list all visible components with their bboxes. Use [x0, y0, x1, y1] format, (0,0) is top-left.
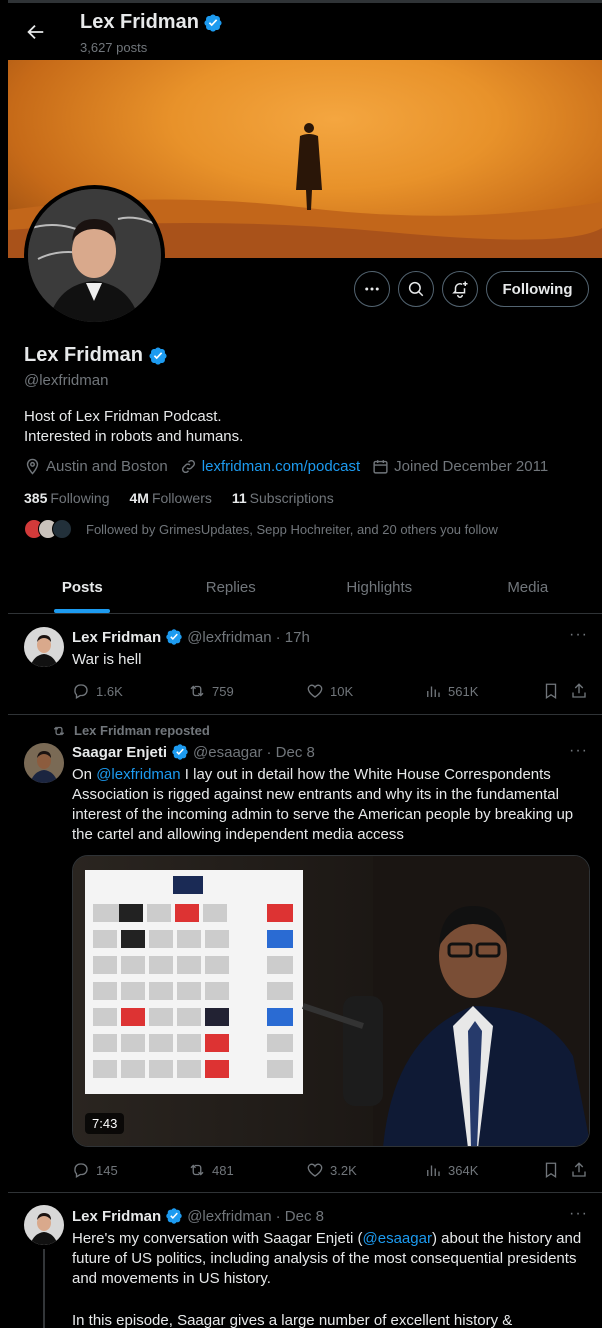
join-date: Joined December 2011: [372, 458, 548, 475]
mention-link[interactable]: @esaagar: [363, 1230, 432, 1247]
verified-badge-icon: [166, 1208, 182, 1224]
search-icon: [408, 281, 424, 297]
post-text: War is hell: [72, 651, 142, 668]
following-button[interactable]: Following: [486, 271, 589, 307]
repost-label: Lex Fridman reposted: [52, 723, 210, 738]
follower-avatars: [24, 519, 72, 539]
profile-meta: Austin and Boston lexfridman.com/podcast…: [24, 458, 560, 475]
share-icon: [572, 683, 586, 698]
repost-icon: [53, 726, 65, 735]
location-pin-icon: [26, 458, 39, 475]
website: lexfridman.com/podcast: [180, 458, 360, 475]
location: Austin and Boston: [24, 458, 168, 475]
bookmark-button[interactable]: [542, 1161, 560, 1179]
tab-highlights[interactable]: Highlights: [305, 561, 454, 613]
heart-icon: [307, 1163, 323, 1177]
reply-button[interactable]: 1.6K: [72, 682, 123, 700]
calendar-icon: [373, 460, 388, 474]
follower-avatar: [52, 519, 72, 539]
tab-replies[interactable]: Replies: [157, 561, 306, 613]
post-text: On @lexfridman I lay out in detail how t…: [72, 766, 574, 843]
post-more-button[interactable]: ···: [569, 626, 588, 644]
following-stat[interactable]: 385 Following: [24, 490, 110, 506]
heart-icon: [307, 684, 323, 698]
profile-name: Lex Fridman: [24, 344, 168, 367]
profile-handle: @lexfridman: [24, 372, 109, 389]
back-arrow-icon[interactable]: [24, 21, 46, 43]
post-more-button[interactable]: ···: [569, 742, 588, 760]
reply-icon: [74, 684, 88, 699]
video-duration: 7:43: [85, 1113, 125, 1134]
header-post-count: 3,627 posts: [80, 40, 148, 55]
post-avatar[interactable]: [24, 743, 64, 783]
reply-button[interactable]: 145: [72, 1161, 118, 1179]
bookmark-button[interactable]: [542, 682, 560, 700]
followed-by[interactable]: Followed by GrimesUpdates, Sepp Hochreit…: [24, 519, 498, 539]
post-text: Here's my conversation with Saagar Enjet…: [72, 1230, 582, 1287]
more-options-button[interactable]: [354, 271, 390, 307]
profile-stats: 385 Following 4M Followers 11 Subscriptions: [24, 490, 334, 506]
post-actions: 145 481 3.2K 364K: [72, 1161, 592, 1181]
share-button[interactable]: [570, 682, 588, 700]
post-avatar[interactable]: [24, 1205, 64, 1245]
views-button[interactable]: 364K: [424, 1161, 478, 1179]
bookmark-icon: [545, 683, 557, 700]
post-header: Lex Fridman @lexfridman · 17h: [72, 628, 310, 646]
profile-header: Lex Fridman 3,627 posts: [8, 3, 602, 60]
subscriptions-stat[interactable]: 11 Subscriptions: [232, 490, 334, 506]
post-header: Saagar Enjeti @esaagar · Dec 8: [72, 743, 315, 761]
post-actions: 1.6K 759 10K 561K: [72, 682, 592, 702]
tab-media[interactable]: Media: [454, 561, 602, 613]
share-button[interactable]: [570, 1161, 588, 1179]
verified-badge-icon: [149, 346, 167, 365]
more-icon: [365, 287, 379, 291]
bell-plus-icon: [452, 281, 468, 298]
banner-figure-image: [296, 123, 322, 210]
thread-connector-line: [43, 1249, 45, 1328]
video-player[interactable]: 7:43: [72, 855, 590, 1147]
bookmark-icon: [545, 1162, 557, 1179]
verified-badge-icon: [172, 744, 188, 760]
tab-posts[interactable]: Posts: [8, 561, 157, 613]
reply-icon: [74, 1163, 88, 1178]
link-icon: [181, 459, 195, 474]
share-icon: [572, 1162, 586, 1177]
post[interactable]: Lex Fridman @lexfridman · Dec 8 ··· Here…: [8, 1193, 602, 1328]
like-button[interactable]: 3.2K: [306, 1161, 357, 1179]
repost-icon: [190, 1164, 204, 1176]
profile-bio: Host of Lex Fridman Podcast. Interested …: [24, 408, 244, 445]
like-button[interactable]: 10K: [306, 682, 353, 700]
post-text-continued: In this episode, Saagar gives a large nu…: [72, 1312, 513, 1328]
post-more-button[interactable]: ···: [569, 1205, 588, 1223]
profile-tabs: Posts Replies Highlights Media: [8, 561, 602, 614]
search-profile-button[interactable]: [398, 271, 434, 307]
post-avatar[interactable]: [24, 627, 64, 667]
repost-button[interactable]: 759: [188, 682, 234, 700]
mention-link[interactable]: @lexfridman: [96, 766, 180, 783]
views-chart-icon: [427, 686, 440, 697]
avatar-image: [28, 189, 161, 322]
post-header: Lex Fridman @lexfridman · Dec 8: [72, 1207, 324, 1225]
post[interactable]: Lex Fridman @lexfridman · 17h ··· War is…: [8, 614, 602, 715]
website-link[interactable]: lexfridman.com/podcast: [202, 458, 360, 475]
profile-avatar[interactable]: [24, 185, 165, 326]
verified-badge-icon: [204, 13, 222, 32]
followers-stat[interactable]: 4M Followers: [130, 490, 212, 506]
views-button[interactable]: 561K: [424, 682, 478, 700]
verified-badge-icon: [166, 629, 182, 645]
notifications-button[interactable]: [442, 271, 478, 307]
repost-icon: [190, 685, 204, 697]
profile-page: Lex Fridman 3,627 posts Following Lex Fr…: [8, 0, 602, 1328]
repost-button[interactable]: 481: [188, 1161, 234, 1179]
video-thumbnail-image: [73, 856, 589, 1146]
views-chart-icon: [427, 1165, 440, 1176]
header-name: Lex Fridman: [80, 11, 223, 34]
